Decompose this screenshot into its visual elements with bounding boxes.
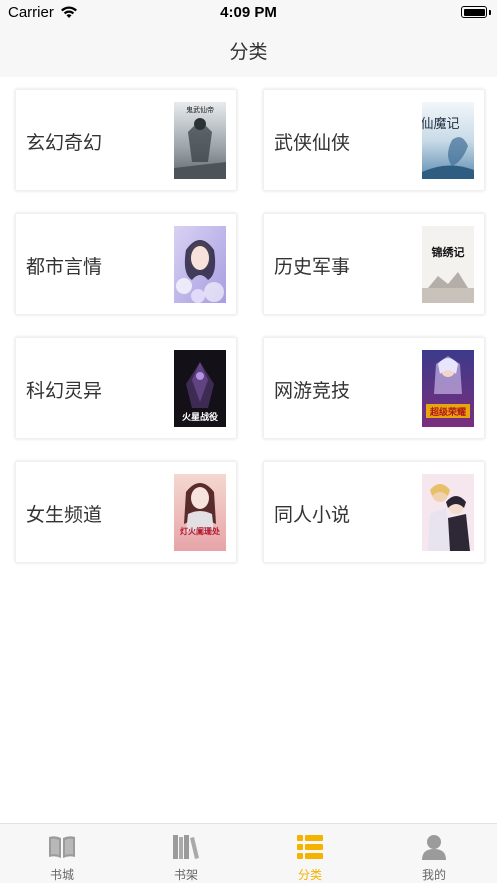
tab-label: 分类 — [297, 868, 322, 882]
category-label: 科幻灵异 — [26, 380, 103, 402]
book-cover-icon: 锦绣记 — [422, 226, 474, 303]
book-cover-icon: 鬼武仙帝 — [174, 102, 226, 179]
category-label: 武侠仙侠 — [274, 132, 351, 154]
app-screen: Carrier 4:09 PM 分类 玄幻奇幻 鬼武仙帝 武侠仙侠 仙魔记 都市… — [0, 0, 497, 883]
tab-bookshelf[interactable]: 书架 — [124, 824, 248, 883]
category-label: 都市言情 — [26, 256, 103, 278]
list-icon — [295, 833, 325, 861]
cover-title: 灯火阑珊处 — [180, 526, 221, 536]
book-cover-icon — [174, 226, 226, 303]
category-label: 历史军事 — [274, 256, 351, 278]
cover-title: 火星战役 — [182, 411, 219, 423]
status-time: 4:09 PM — [220, 4, 277, 21]
bookshelf-icon — [171, 833, 201, 861]
category-card-wangyou[interactable]: 网游竞技 超级荣耀 — [263, 337, 485, 439]
category-label: 网游竞技 — [274, 380, 351, 402]
person-icon — [419, 833, 449, 861]
book-cover-icon — [422, 474, 474, 551]
category-card-dushi[interactable]: 都市言情 — [15, 213, 237, 315]
cover-title: 仙魔记 — [422, 117, 460, 132]
category-card-lishi[interactable]: 历史军事 锦绣记 — [263, 213, 485, 315]
category-label: 同人小说 — [274, 504, 351, 526]
battery-icon — [461, 6, 487, 18]
category-card-tongren[interactable]: 同人小说 — [263, 461, 485, 563]
page-title: 分类 — [229, 41, 268, 63]
book-cover-icon: 灯火阑珊处 — [174, 474, 226, 551]
tab-profile[interactable]: 我的 — [372, 824, 496, 883]
status-bar: Carrier 4:09 PM — [0, 0, 497, 26]
category-card-xuanhuan[interactable]: 玄幻奇幻 鬼武仙帝 — [15, 89, 237, 191]
tab-category[interactable]: 分类 — [248, 824, 372, 883]
category-card-kehuan[interactable]: 科幻灵异 火星战役 — [15, 337, 237, 439]
tab-bookstore[interactable]: 书城 — [0, 824, 124, 883]
book-cover-icon: 超级荣耀 — [422, 350, 474, 427]
tab-label: 书城 — [49, 868, 74, 882]
navigation-bar: 分类 — [0, 26, 497, 77]
tab-bar: 书城 书架 分类 我的 — [0, 823, 497, 883]
cover-title: 鬼武仙帝 — [186, 105, 214, 114]
book-cover-icon: 仙魔记 — [422, 102, 474, 179]
open-book-icon — [47, 833, 77, 861]
category-card-nvsheng[interactable]: 女生频道 灯火阑珊处 — [15, 461, 237, 563]
category-label: 女生频道 — [26, 504, 103, 526]
category-label: 玄幻奇幻 — [26, 132, 103, 154]
category-card-wuxia[interactable]: 武侠仙侠 仙魔记 — [263, 89, 485, 191]
cover-title: 锦绣记 — [432, 245, 465, 259]
book-cover-icon: 火星战役 — [174, 350, 226, 427]
tab-label: 书架 — [173, 868, 198, 882]
battery-tip — [489, 10, 491, 15]
cover-title: 超级荣耀 — [429, 406, 466, 418]
tab-label: 我的 — [421, 868, 446, 882]
